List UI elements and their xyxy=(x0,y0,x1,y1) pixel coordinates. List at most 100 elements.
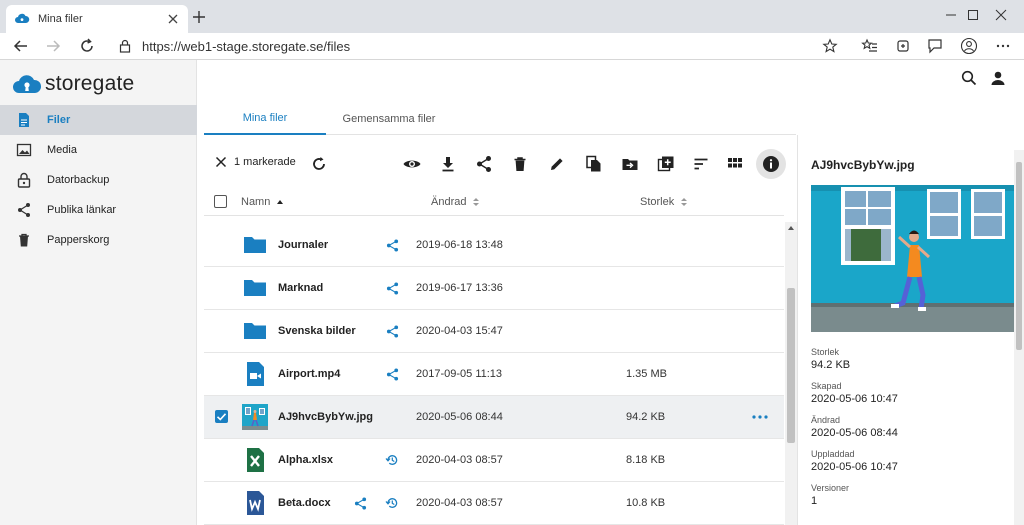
column-modified-header[interactable]: Ändrad xyxy=(431,196,480,208)
file-name[interactable]: Alpha.xlsx xyxy=(278,454,333,466)
file-list-scroll-thumb[interactable] xyxy=(787,288,795,443)
file-name[interactable]: Journaler xyxy=(278,239,328,251)
info-button[interactable] xyxy=(756,149,786,179)
file-name[interactable]: AJ9hvcBybYw.jpg xyxy=(278,411,373,423)
grid-view-button[interactable] xyxy=(725,154,745,174)
column-name-header[interactable]: Namn xyxy=(241,196,284,208)
storegate-favicon-icon xyxy=(15,13,30,23)
row-checkbox[interactable] xyxy=(215,496,228,509)
table-row[interactable]: Journaler 2019-06-18 13:48 xyxy=(204,224,784,267)
collections-icon[interactable] xyxy=(894,37,912,55)
shared-icon[interactable] xyxy=(386,282,399,295)
row-checkbox[interactable] xyxy=(215,367,228,380)
share-button[interactable] xyxy=(474,154,494,174)
word-file-icon xyxy=(247,491,264,515)
table-row[interactable]: Beta.docx 2020-04-03 08:57 10.8 KB xyxy=(204,482,784,525)
table-row[interactable]: Svenska bilder 2020-04-03 15:47 xyxy=(204,310,784,353)
scroll-up-arrow-icon[interactable] xyxy=(787,224,795,232)
table-row[interactable]: Marknad 2019-06-17 13:36 xyxy=(204,267,784,310)
row-checkbox-checked[interactable] xyxy=(215,410,228,423)
table-row[interactable]: Alpha.xlsx 2020-04-03 08:57 8.18 KB xyxy=(204,439,784,482)
file-name[interactable]: Marknad xyxy=(278,282,323,294)
profile-avatar-icon[interactable] xyxy=(960,37,978,55)
row-checkbox[interactable] xyxy=(215,238,228,251)
close-window-button[interactable] xyxy=(978,3,1024,27)
image-preview[interactable] xyxy=(811,185,1014,332)
back-icon[interactable] xyxy=(12,37,30,55)
file-name[interactable]: Airport.mp4 xyxy=(278,368,340,380)
folder-icon xyxy=(244,323,266,339)
info-icon xyxy=(763,156,779,172)
search-icon[interactable] xyxy=(961,70,977,86)
sort-toggle-icon xyxy=(681,198,688,206)
file-modified: 2020-04-03 08:57 xyxy=(416,454,503,466)
meta-value: 2020-05-06 10:47 xyxy=(811,393,898,405)
version-history-icon[interactable] xyxy=(385,453,399,467)
more-options-icon[interactable] xyxy=(994,37,1012,55)
row-checkbox[interactable] xyxy=(215,453,228,466)
forward-icon[interactable] xyxy=(44,37,62,55)
more-horizontal-icon[interactable] xyxy=(752,415,768,419)
file-name[interactable]: Svenska bilder xyxy=(278,325,356,337)
new-tab-icon[interactable] xyxy=(191,9,207,25)
close-tab-icon[interactable] xyxy=(166,12,180,26)
excel-file-icon xyxy=(247,448,264,472)
shared-icon[interactable] xyxy=(354,497,367,510)
cloud-logo-icon xyxy=(13,75,42,93)
sidebar-item-publika-lankar[interactable]: Publika länkar xyxy=(0,195,197,225)
sidebar-item-papperskorg[interactable]: Papperskorg xyxy=(0,225,197,255)
clear-selection[interactable]: 1 markerade xyxy=(214,155,296,169)
trash-icon xyxy=(514,157,526,171)
file-name[interactable]: Beta.docx xyxy=(278,497,331,509)
rename-button[interactable] xyxy=(547,154,567,174)
meta-label: Storlek xyxy=(811,347,840,357)
feedback-icon[interactable] xyxy=(926,37,944,55)
shared-icon[interactable] xyxy=(386,368,399,381)
url-field[interactable]: https://web1-stage.storegate.se/files xyxy=(108,35,848,57)
copy-button[interactable] xyxy=(584,154,604,174)
user-icon[interactable] xyxy=(990,70,1006,86)
lock-icon xyxy=(119,39,131,53)
download-button[interactable] xyxy=(438,154,458,174)
table-row-selected[interactable]: AJ9hvcBybYw.jpg 2020-05-06 08:44 94.2 KB xyxy=(204,396,784,439)
add-button[interactable] xyxy=(656,154,676,174)
row-checkbox[interactable] xyxy=(215,281,228,294)
file-size: 10.8 KB xyxy=(626,497,666,509)
refresh-button[interactable] xyxy=(309,154,329,174)
share-icon xyxy=(18,203,30,217)
sidebar-item-filer[interactable]: Filer xyxy=(0,105,197,135)
shared-icon[interactable] xyxy=(386,325,399,338)
details-title: AJ9hvcBybYw.jpg xyxy=(811,158,915,172)
select-all-checkbox[interactable] xyxy=(214,195,227,208)
shared-icon[interactable] xyxy=(386,239,399,252)
file-modified: 2019-06-17 13:36 xyxy=(416,282,503,294)
sidebar-item-label: Datorbackup xyxy=(47,174,110,186)
version-history-icon[interactable] xyxy=(385,496,399,510)
file-modified: 2017-09-05 11:13 xyxy=(416,368,503,380)
favorite-star-icon[interactable] xyxy=(822,38,838,54)
favorites-list-icon[interactable] xyxy=(861,37,879,55)
sidebar-item-media[interactable]: Media xyxy=(0,135,197,165)
preview-button[interactable] xyxy=(402,154,422,174)
browser-tab-strip: Mina filer xyxy=(0,0,1024,33)
meta-label: Versioner xyxy=(811,483,850,493)
delete-button[interactable] xyxy=(510,154,530,174)
file-icon xyxy=(19,113,29,127)
row-checkbox[interactable] xyxy=(215,324,228,337)
tab-mina-filer[interactable]: Mina filer xyxy=(204,103,326,135)
sort-button[interactable] xyxy=(691,154,711,174)
file-size: 8.18 KB xyxy=(626,454,666,466)
move-button[interactable] xyxy=(620,154,640,174)
refresh-icon[interactable] xyxy=(78,37,96,55)
tab-gemensamma-filer[interactable]: Gemensamma filer xyxy=(330,103,448,135)
table-row[interactable]: Airport.mp4 2017-09-05 11:13 1.35 MB xyxy=(204,353,784,396)
browser-tab[interactable]: Mina filer xyxy=(6,5,188,33)
pencil-icon xyxy=(551,158,563,170)
column-size-header[interactable]: Storlek xyxy=(640,196,688,208)
trash-icon xyxy=(19,233,29,247)
storegate-logo[interactable]: storegate xyxy=(12,72,134,96)
sidebar-item-datorbackup[interactable]: Datorbackup xyxy=(0,165,197,195)
video-file-icon xyxy=(247,362,264,386)
details-scroll-thumb[interactable] xyxy=(1016,162,1022,350)
folder-icon xyxy=(244,280,266,296)
